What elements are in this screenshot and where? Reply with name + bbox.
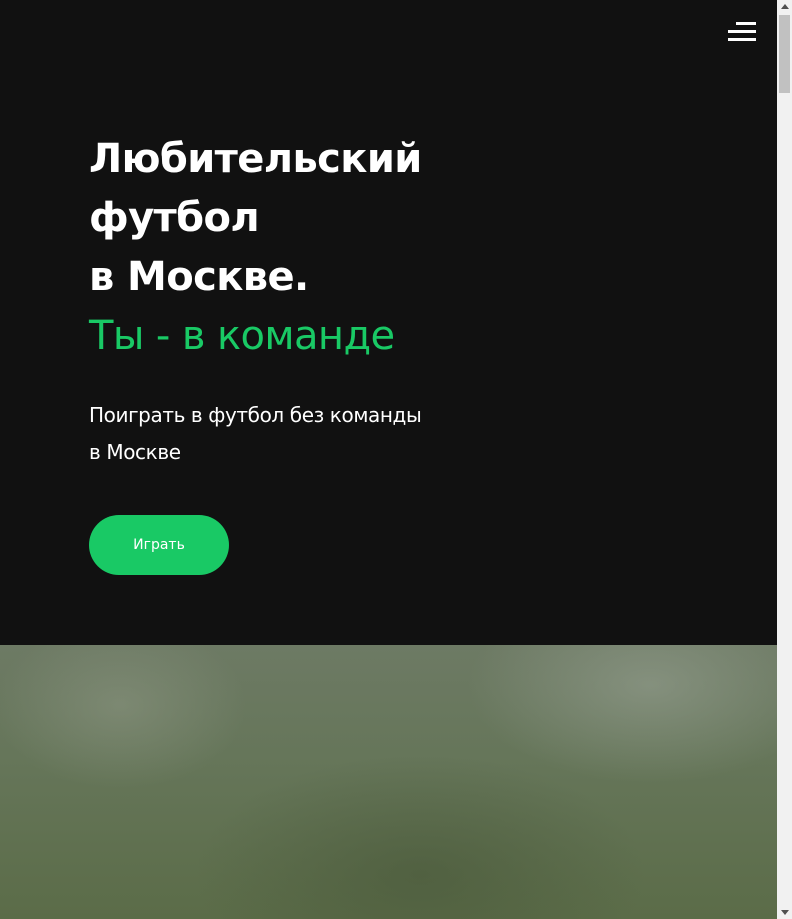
hero-section: Любительский футбол в Москве. Ты - в ком… bbox=[0, 0, 777, 645]
scroll-down-arrow-icon[interactable] bbox=[781, 910, 789, 915]
hero-title-line: футбол bbox=[89, 195, 260, 241]
scrollbar-thumb[interactable] bbox=[779, 15, 790, 93]
page-viewport: Любительский футбол в Москве. Ты - в ком… bbox=[0, 0, 777, 919]
scroll-up-arrow-icon[interactable] bbox=[781, 4, 789, 9]
hero-subtitle-line: Поиграть в футбол без команды bbox=[89, 403, 422, 427]
hero-subtitle-line: в Москве bbox=[89, 440, 181, 464]
hero-photo bbox=[0, 645, 777, 919]
hero-title-accent: Ты - в команде bbox=[89, 313, 395, 359]
hero-title-line: Любительский bbox=[89, 136, 422, 182]
hero-subtitle: Поиграть в футбол без команды в Москве bbox=[89, 397, 429, 471]
hero-title-line: в Москве. bbox=[89, 254, 309, 300]
hero-title: Любительский футбол в Москве. Ты - в ком… bbox=[89, 130, 509, 366]
vertical-scrollbar[interactable] bbox=[777, 0, 792, 919]
menu-button[interactable] bbox=[726, 19, 758, 45]
play-button[interactable]: Играть bbox=[89, 515, 229, 575]
hamburger-menu-icon bbox=[736, 22, 756, 25]
